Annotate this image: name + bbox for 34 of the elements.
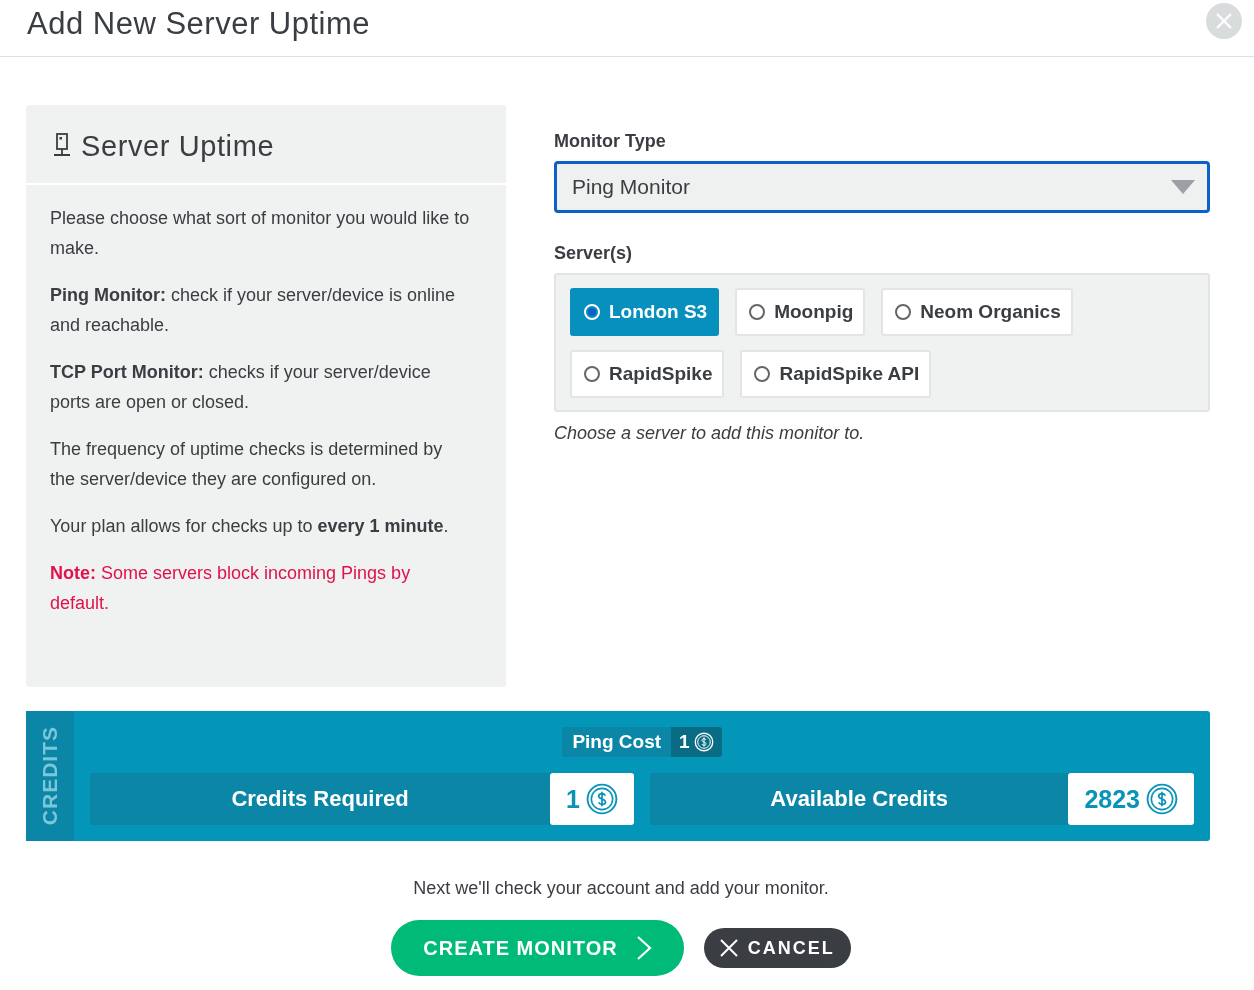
chevron-icon	[635, 935, 652, 961]
available-credits-value: 2823	[1068, 773, 1194, 825]
panel-title: Server Uptime	[81, 129, 275, 163]
info-paragraph: Your plan allows for checks up to every 1 minute.	[50, 515, 450, 538]
coin-icon	[1146, 783, 1178, 815]
cancel-button[interactable]: CANCEL	[703, 928, 851, 968]
help-text: Choose a server to add this monitor to.	[554, 423, 866, 444]
info-paragraph: TCP Port Monitor: checks if your server/device ports are open or closed.	[50, 361, 432, 414]
close-icon	[719, 939, 738, 957]
server-radio-option[interactable]: RapidSpike	[570, 350, 725, 398]
dialog-title: Add New Server Uptime	[27, 6, 370, 42]
server-radio-option[interactable]: Neom Organics	[881, 288, 1073, 336]
info-paragraph: Note: Some servers block incoming Pings by default.	[50, 562, 412, 615]
field-label: Monitor Type	[554, 131, 667, 152]
credits-required-label: Credits Required	[230, 786, 410, 812]
info-paragraph: Ping Monitor: check if your server/device is online and reachable.	[50, 284, 457, 337]
info-paragraph: The frequency of uptime checks is determined by the server/device they are configured on.	[50, 438, 444, 491]
credits-side-label: CREDITS	[38, 726, 62, 826]
footer-message: Next we'll check your account and add your monitor.	[412, 878, 830, 899]
monitor-type-dropdown[interactable]: Ping Monitor	[554, 161, 1210, 213]
field-label: Server(s)	[554, 243, 634, 264]
credits-required-value: 1	[550, 773, 634, 825]
server-radio-option[interactable]: Moonpig	[735, 288, 866, 336]
server-radio-option[interactable]: RapidSpike API	[740, 350, 932, 398]
info-paragraph: Please choose what sort of monitor you would like to make.	[50, 207, 470, 260]
coin-icon	[586, 783, 618, 815]
available-credits-label: Available Credits	[769, 786, 950, 812]
server-radio-option[interactable]: London S3	[570, 288, 720, 336]
cost-label: Ping Cost	[562, 727, 672, 757]
coin-icon	[693, 732, 714, 752]
caret-icon	[1171, 180, 1195, 194]
close-button[interactable]	[1206, 3, 1242, 39]
server-icon	[53, 133, 71, 159]
cost-value: 1	[671, 727, 722, 757]
